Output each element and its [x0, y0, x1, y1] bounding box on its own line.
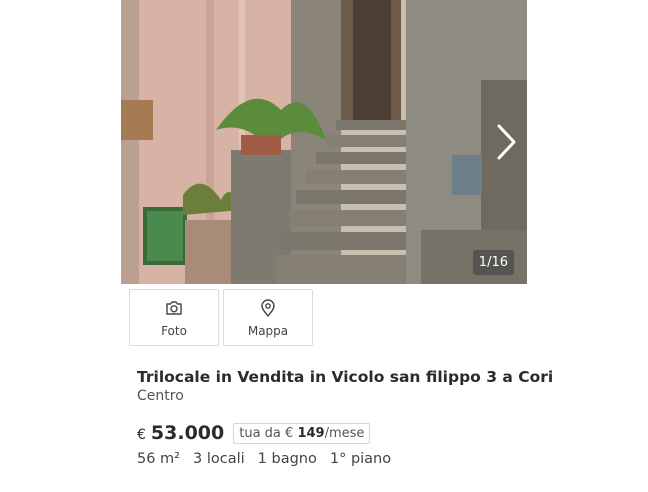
mortgage-amount: 149 [297, 425, 325, 441]
listing-photo[interactable]: 1/16 [121, 0, 527, 284]
feature-rooms: 3 locali [193, 451, 245, 467]
price-row: € 53.000 tua da € 149/mese [137, 422, 371, 444]
tab-mappa[interactable]: Mappa [223, 289, 313, 346]
map-pin-icon [261, 298, 275, 317]
listing-zone: Centro [137, 388, 184, 404]
tab-mappa-label: Mappa [247, 323, 289, 338]
tab-foto-label: Foto [161, 323, 187, 338]
photo-image [121, 0, 527, 284]
camera-icon [166, 300, 182, 315]
listing-title[interactable]: Trilocale in Vendita in Vicolo san filip… [137, 368, 553, 386]
listing-price: 53.000 [150, 422, 225, 444]
feature-floor: 1° piano [329, 451, 392, 467]
feature-baths: 1 bagno [257, 451, 317, 467]
mortgage-badge[interactable]: tua da € 149/mese [233, 422, 371, 444]
mortgage-prefix: tua da € [239, 425, 298, 441]
media-tabs: Foto Mappa [129, 289, 313, 346]
listing-features: 56 m² 3 locali 1 bagno 1° piano [137, 451, 391, 467]
currency-symbol: € [137, 427, 146, 443]
mortgage-suffix: /mese [324, 425, 365, 441]
tab-foto[interactable]: Foto [129, 289, 219, 346]
photo-counter: 1/16 [472, 250, 514, 275]
feature-area: 56 m² [137, 451, 180, 467]
chevron-right-icon[interactable] [491, 122, 521, 162]
